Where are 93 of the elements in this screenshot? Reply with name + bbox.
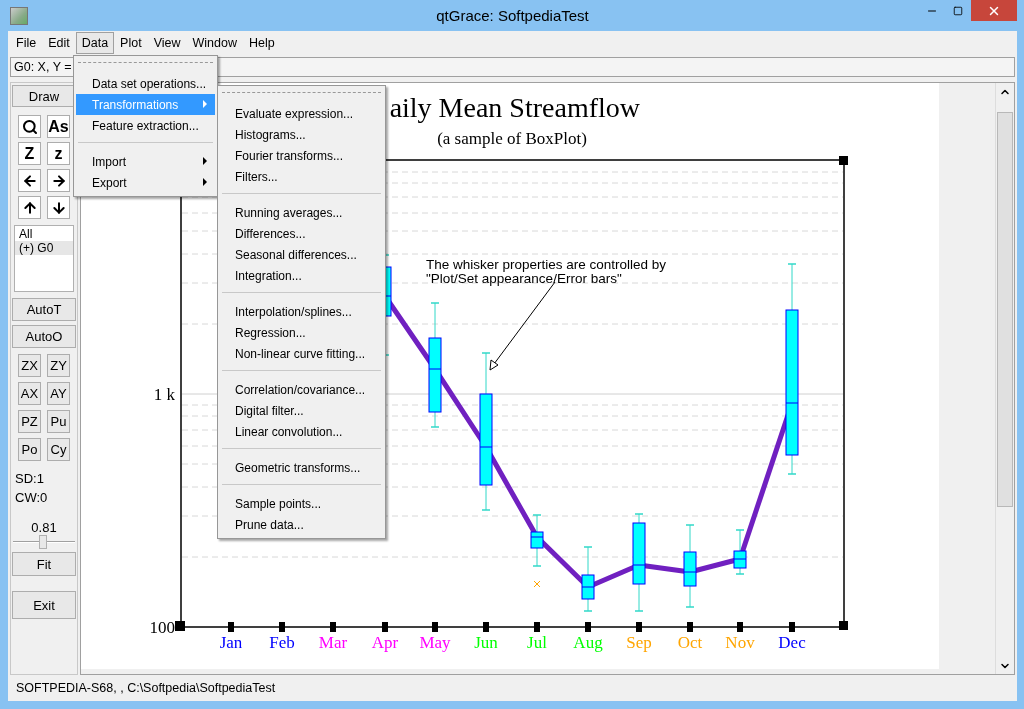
submenu-arrow-icon	[203, 178, 207, 186]
maximize-icon	[953, 5, 963, 16]
menu-bar-item[interactable]: File	[10, 32, 43, 54]
arrow-left-icon	[21, 172, 38, 189]
menu-item[interactable]: Differences...	[220, 223, 383, 244]
tool-button[interactable]: Pu	[47, 410, 70, 433]
month-label: Mar	[318, 633, 348, 652]
menu-item[interactable]: Import	[76, 151, 215, 172]
tool-button[interactable]: As	[47, 115, 70, 138]
zoom-slider[interactable]	[13, 535, 75, 549]
y-tick-label: 100	[149, 618, 175, 637]
vertical-scrollbar[interactable]	[995, 83, 1014, 674]
menu-item[interactable]: Seasonal differences...	[220, 244, 383, 265]
arrow-button[interactable]	[47, 169, 70, 192]
selection-handle[interactable]	[839, 156, 848, 165]
fit-button[interactable]: Fit	[12, 552, 76, 576]
tool-button[interactable]: AX	[18, 382, 41, 405]
menu-item[interactable]: Sample points...	[220, 493, 383, 514]
month-label: Oct	[677, 633, 703, 652]
graph-title: aily Mean Streamflow	[389, 92, 640, 123]
menu-item[interactable]: Non-linear curve fitting...	[220, 343, 383, 364]
menu-item[interactable]: Evaluate expression...	[220, 103, 383, 124]
status-bar-text: SOFTPEDIA-S68, , C:\Softpedia\SoftpediaTest	[15, 680, 277, 697]
tool-button[interactable]: ZY	[47, 354, 70, 377]
box-whisker	[581, 546, 595, 612]
arrow-button[interactable]	[18, 196, 41, 219]
draw-button[interactable]: Draw	[12, 85, 76, 107]
menu-item[interactable]: Interpolation/splines...	[220, 301, 383, 322]
set-list-item[interactable]: (+) G0	[15, 241, 73, 255]
menu-item[interactable]: Correlation/covariance...	[220, 379, 383, 400]
month-label: Feb	[269, 633, 295, 652]
zoom-button[interactable]	[18, 115, 41, 138]
month-label: May	[419, 633, 451, 652]
arrow-button[interactable]	[47, 196, 70, 219]
menu-item[interactable]: Running averages...	[220, 202, 383, 223]
menu-item[interactable]: Fourier transforms...	[220, 145, 383, 166]
arrow-button[interactable]	[18, 169, 41, 192]
app-icon	[10, 6, 28, 25]
month-label: Jul	[527, 633, 547, 652]
month-label: Jan	[219, 633, 243, 652]
selection-handle[interactable]	[175, 621, 185, 631]
box-whisker	[530, 514, 544, 567]
month-label: Dec	[778, 633, 806, 652]
menu-bar-item[interactable]: Data	[75, 32, 115, 54]
month-label: Nov	[725, 633, 755, 652]
set-list-item[interactable]: All	[15, 227, 73, 241]
graph-subtitle: (a sample of BoxPlot)	[437, 129, 587, 148]
tool-button[interactable]: AY	[47, 382, 70, 405]
menu-item[interactable]: Export	[76, 172, 215, 193]
month-label: Jun	[474, 633, 498, 652]
tool-button[interactable]: PZ	[18, 410, 41, 433]
menu-item[interactable]: Prune data...	[220, 514, 383, 535]
submenu-arrow-icon	[203, 100, 207, 108]
outlier-marker	[533, 580, 541, 588]
menu-bar-item[interactable]: Plot	[114, 32, 148, 54]
month-label: Sep	[626, 633, 652, 652]
month-label: Aug	[573, 633, 603, 652]
box-whisker	[733, 529, 747, 575]
month-label: Apr	[371, 633, 399, 652]
annotation-text: The whisker properties are controlled by	[426, 257, 667, 272]
slider-thumb[interactable]	[38, 535, 47, 549]
auto-button[interactable]: AutoO	[12, 325, 76, 348]
menu-item[interactable]: Linear convolution...	[220, 421, 383, 442]
menu-bar-item[interactable]: Window	[186, 32, 243, 54]
tool-button[interactable]: ZX	[18, 354, 41, 377]
menu-item[interactable]: Geometric transforms...	[220, 457, 383, 478]
tool-button[interactable]: Z	[18, 142, 41, 165]
selection-handle[interactable]	[839, 621, 848, 630]
menu-item[interactable]: Filters...	[220, 166, 383, 187]
exit-button[interactable]: Exit	[12, 591, 76, 619]
menu-item[interactable]: Digital filter...	[220, 400, 383, 421]
menu-bar-item[interactable]: View	[147, 32, 187, 54]
scroll-thumb[interactable]	[997, 112, 1013, 507]
menu-bar-item[interactable]: Edit	[42, 32, 76, 54]
y-tick-label: 1 k	[153, 385, 175, 404]
auto-button[interactable]: AutoT	[12, 298, 76, 321]
status-text: SD:1	[14, 470, 44, 488]
status-text: CW:0	[14, 489, 48, 507]
menu-item[interactable]: Feature extraction...	[76, 115, 215, 136]
tool-button[interactable]: z	[47, 142, 70, 165]
arrow-right-icon	[50, 172, 67, 189]
tool-button[interactable]: Cy	[47, 438, 70, 461]
window-title: qtGrace: SoftpediaTest	[436, 7, 589, 24]
menu-item[interactable]: Histograms...	[220, 124, 383, 145]
annotation-text: "Plot/Set appearance/Error bars"	[426, 271, 622, 286]
tool-button[interactable]: Po	[18, 438, 41, 461]
menu-item[interactable]: Integration...	[220, 265, 383, 286]
submenu-arrow-icon	[203, 157, 207, 165]
close-button[interactable]	[971, 0, 1017, 21]
search-icon	[21, 118, 38, 135]
menu-bar-item[interactable]: Help	[243, 32, 281, 54]
zoom-reading: 0.81	[31, 520, 57, 535]
menu-item[interactable]: Regression...	[220, 322, 383, 343]
